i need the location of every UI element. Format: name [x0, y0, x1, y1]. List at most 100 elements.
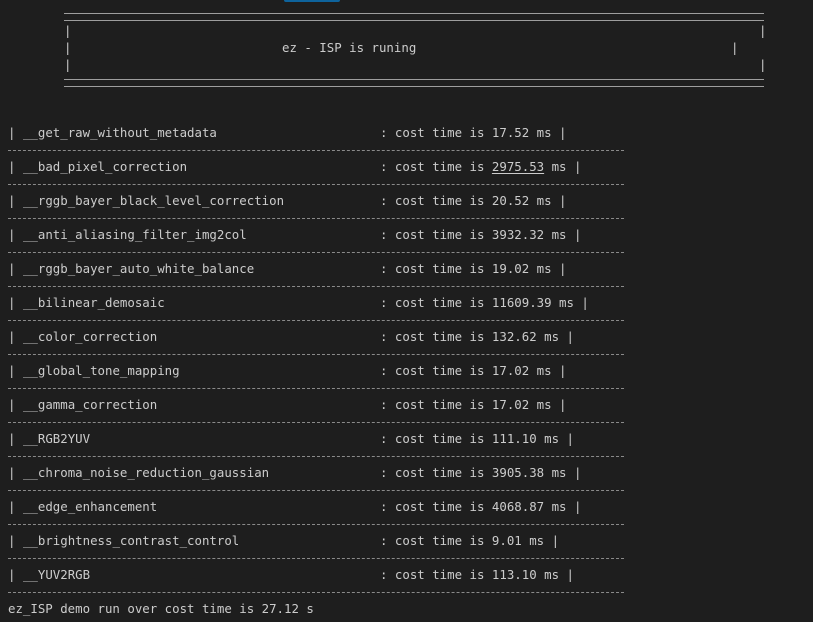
cost-prefix: : cost time is [380, 261, 492, 276]
step-label: __rggb_bayer_auto_white_balance [22, 261, 255, 276]
row-separator [8, 184, 624, 185]
cost-value: 4068.87 [491, 499, 545, 514]
cost-unit: ms | [536, 567, 574, 582]
cost-prefix: : cost time is [380, 295, 492, 310]
step-label: __get_raw_without_metadata [22, 125, 217, 140]
row-pipe: | [8, 363, 16, 378]
banner-pipe: | [64, 23, 72, 38]
step-name: | __RGB2YUV [8, 432, 90, 446]
row-pipe: | [8, 567, 16, 582]
cost-unit: ms | [544, 499, 582, 514]
row-separator [8, 456, 624, 457]
row-pipe: | [8, 499, 16, 514]
row-separator [8, 252, 624, 253]
cost-prefix: : cost time is [380, 125, 492, 140]
cost-unit: ms | [529, 261, 567, 276]
step-label: __gamma_correction [22, 397, 158, 412]
cost-prefix: : cost time is [380, 329, 492, 344]
step-label: __bad_pixel_correction [22, 159, 188, 174]
row-separator [8, 592, 624, 593]
banner-bottom-border [64, 79, 764, 87]
row-separator [8, 422, 624, 423]
cost-unit: ms | [529, 363, 567, 378]
cost-time: : cost time is 4068.87 ms | [380, 500, 581, 514]
row-pipe: | [8, 465, 16, 480]
banner-pipe: | [759, 23, 767, 38]
cost-value: 113.10 [491, 567, 537, 582]
step-name: | __YUV2RGB [8, 568, 90, 582]
cost-value: 19.02 [491, 261, 530, 276]
cost-value: 111.10 [491, 431, 537, 446]
cost-unit: ms | [544, 465, 582, 480]
cost-time: : cost time is 17.02 ms | [380, 398, 567, 412]
cost-time: : cost time is 3905.38 ms | [380, 466, 581, 480]
cost-unit: ms | [521, 533, 560, 548]
step-name: | __bad_pixel_correction [8, 160, 187, 174]
cost-value: 3905.38 [491, 465, 545, 480]
banner-pipe: | [64, 57, 72, 72]
step-label: __RGB2YUV [22, 431, 91, 446]
step-name: | __rggb_bayer_black_level_correction [8, 194, 284, 208]
step-name: | __chroma_noise_reduction_gaussian [8, 466, 269, 480]
row-separator [8, 354, 624, 355]
cost-prefix: : cost time is [380, 397, 492, 412]
cost-time: : cost time is 17.52 ms | [380, 126, 567, 140]
row-separator [8, 286, 624, 287]
step-name: | __anti_aliasing_filter_img2col [8, 228, 247, 242]
cost-unit: ms | [529, 397, 567, 412]
cost-value: 2975.53 [491, 159, 545, 174]
step-label: __anti_aliasing_filter_img2col [22, 227, 247, 242]
cost-time: : cost time is 19.02 ms | [380, 262, 567, 276]
row-pipe: | [8, 329, 16, 344]
banner-pipe: | [759, 57, 767, 72]
cost-value: 3932.32 [491, 227, 545, 242]
row-separator [8, 524, 624, 525]
step-label: __brightness_contrast_control [22, 533, 240, 548]
cost-time: : cost time is 2975.53 ms | [380, 160, 581, 174]
row-separator [8, 150, 624, 151]
row-pipe: | [8, 397, 16, 412]
step-label: __edge_enhancement [22, 499, 158, 514]
cost-time: : cost time is 20.52 ms | [380, 194, 567, 208]
cost-value: 20.52 [491, 193, 530, 208]
row-pipe: | [8, 261, 16, 276]
row-pipe: | [8, 533, 16, 548]
step-name: | __edge_enhancement [8, 500, 157, 514]
cost-prefix: : cost time is [380, 363, 492, 378]
cost-prefix: : cost time is [380, 193, 492, 208]
step-name: | __global_tone_mapping [8, 364, 180, 378]
row-pipe: | [8, 159, 16, 174]
summary-line: ez_ISP demo run over cost time is 27.12 … [8, 601, 314, 616]
row-separator [8, 320, 624, 321]
step-name: | __rggb_bayer_auto_white_balance [8, 262, 254, 276]
cost-value: 17.02 [491, 363, 530, 378]
step-label: __rggb_bayer_black_level_correction [22, 193, 285, 208]
row-separator [8, 558, 624, 559]
row-separator [8, 218, 624, 219]
row-pipe: | [8, 193, 16, 208]
cost-value: 11609.39 [491, 295, 552, 310]
row-pipe: | [8, 125, 16, 140]
step-label: __color_correction [22, 329, 158, 344]
row-separator [8, 490, 624, 491]
step-name: | __get_raw_without_metadata [8, 126, 217, 140]
cost-prefix: : cost time is [380, 465, 492, 480]
step-label: __bilinear_demosaic [22, 295, 165, 310]
cost-time: : cost time is 111.10 ms | [380, 432, 574, 446]
cost-value: 9.01 [491, 533, 522, 548]
cost-unit: ms | [529, 125, 567, 140]
cost-prefix: : cost time is [380, 227, 492, 242]
step-name: | __bilinear_demosaic [8, 296, 165, 310]
cost-prefix: : cost time is [380, 499, 492, 514]
banner-pipe: | [64, 40, 72, 55]
scrollbar-thumb[interactable] [284, 0, 340, 2]
cost-unit: ms | [529, 193, 567, 208]
cost-value: 17.02 [491, 397, 530, 412]
cost-prefix: : cost time is [380, 533, 492, 548]
step-name: | __brightness_contrast_control [8, 534, 239, 548]
cost-unit: ms | [536, 329, 574, 344]
row-separator [8, 388, 624, 389]
cost-unit: ms | [551, 295, 589, 310]
step-label: __global_tone_mapping [22, 363, 180, 378]
cost-prefix: : cost time is [380, 159, 492, 174]
